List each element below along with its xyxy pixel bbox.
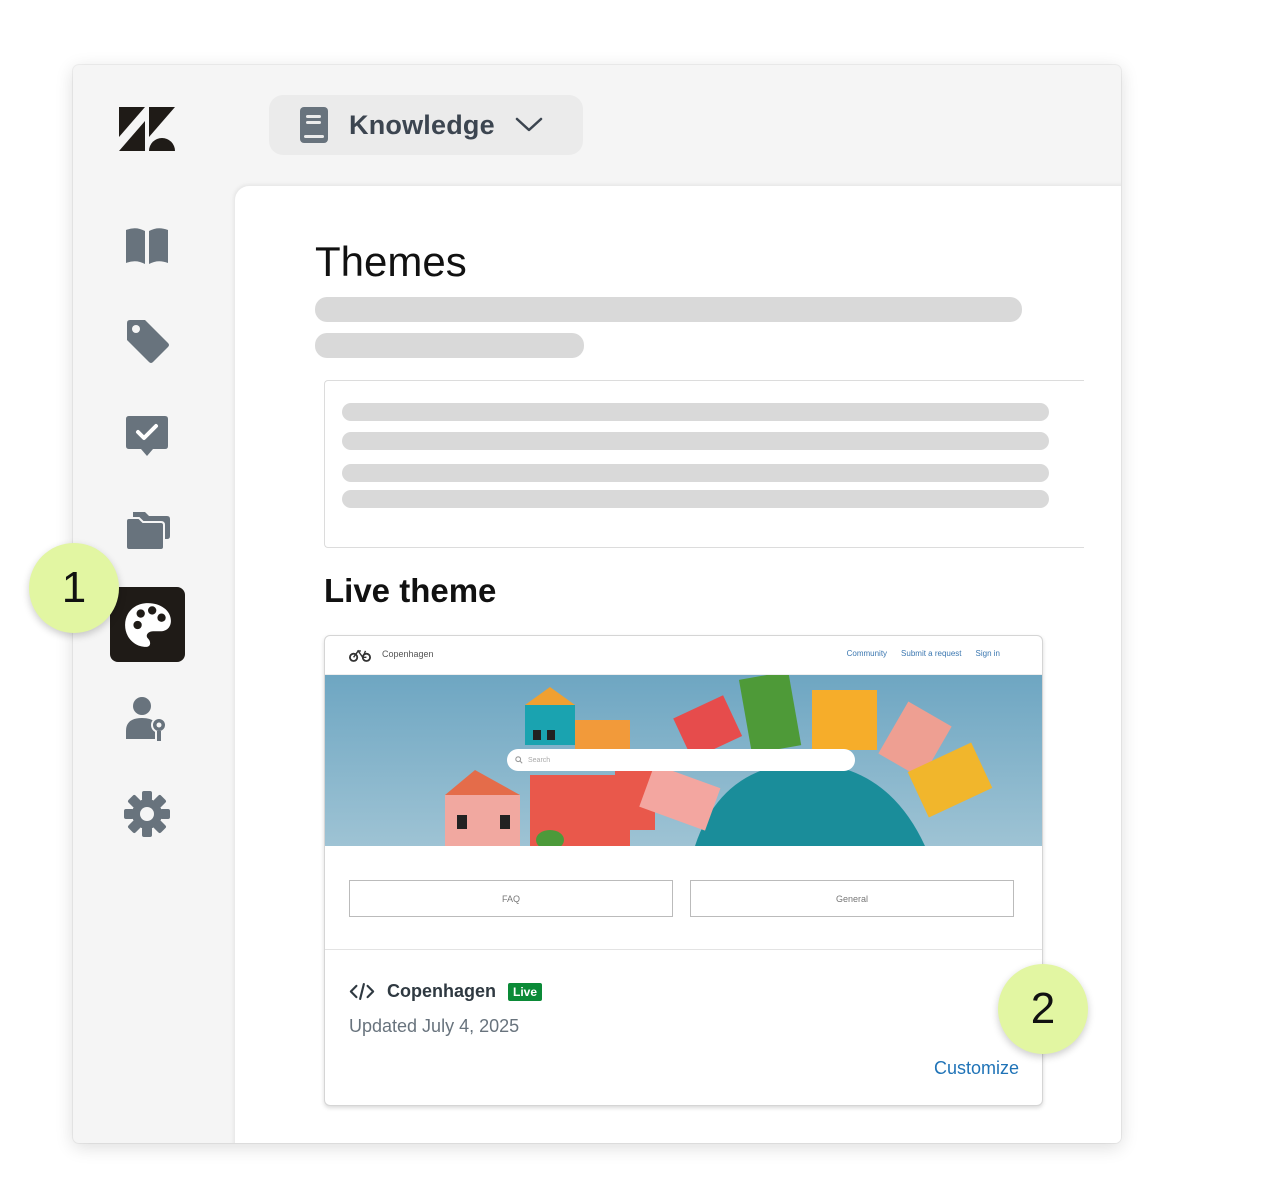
preview-hero-image: Search [325, 675, 1042, 846]
preview-category-general: General [690, 880, 1014, 917]
skeleton-line [342, 403, 1049, 421]
skeleton-line [315, 333, 584, 358]
main-panel: Themes Live theme Copenhagen Community S… [235, 186, 1121, 1143]
bicycle-logo-icon [349, 649, 371, 662]
preview-header: Copenhagen Community Submit a request Si… [325, 636, 1042, 675]
live-theme-heading: Live theme [324, 572, 497, 609]
sidebar-item-themes[interactable] [110, 587, 185, 662]
tag-icon [127, 320, 169, 363]
preview-search-input: Search [507, 749, 855, 771]
skeleton-line [342, 464, 1049, 482]
sidebar-item-arrange[interactable] [123, 506, 171, 554]
book-open-icon [126, 228, 168, 264]
theme-name-row: Copenhagen Live [349, 981, 543, 1002]
card-divider [325, 949, 1042, 950]
preview-category-faq: FAQ [349, 880, 673, 917]
user-key-icon [126, 697, 167, 741]
skeleton-line [342, 432, 1049, 450]
gear-icon [124, 791, 170, 837]
preview-nav-community: Community [846, 649, 888, 658]
callout-1: 1 [29, 543, 119, 633]
folders-icon [125, 512, 170, 551]
palette-icon [124, 602, 171, 647]
code-icon [349, 983, 375, 1000]
sidebar-item-settings[interactable] [123, 790, 171, 838]
sidebar-item-labels[interactable] [123, 317, 171, 365]
sidebar-item-approvals[interactable] [123, 411, 171, 459]
page-title: Themes [315, 238, 467, 285]
skeleton-line [315, 297, 1022, 322]
preview-search-placeholder: Search [528, 756, 551, 764]
skeleton-line [342, 490, 1049, 508]
preview-brand: Copenhagen [382, 649, 434, 659]
sidebar-item-permissions[interactable] [123, 695, 171, 743]
product-switcher-label: Knowledge [349, 109, 495, 140]
sidebar-item-articles[interactable] [123, 222, 171, 270]
live-theme-card: Copenhagen Community Submit a request Si… [324, 635, 1043, 1106]
preview-nav-submit-request: Submit a request [901, 649, 962, 658]
callout-2: 2 [998, 964, 1088, 1054]
customize-link[interactable]: Customize [934, 1058, 1019, 1079]
app-window: Knowledge Themes Live theme Copenhagen C… [73, 65, 1121, 1143]
zendesk-logo [119, 107, 175, 151]
preview-nav-sign-in: Sign in [975, 649, 1000, 658]
search-icon [515, 756, 523, 764]
theme-updated-date: Updated July 4, 2025 [349, 1016, 520, 1036]
checkmark-message-icon [126, 416, 168, 456]
info-card [324, 380, 1084, 548]
live-badge: Live [508, 982, 543, 1001]
product-switcher[interactable]: Knowledge [269, 95, 583, 155]
preview-nav: Community Submit a request Sign in [847, 649, 1000, 658]
theme-name: Copenhagen [387, 981, 497, 1001]
knowledge-book-icon [300, 107, 328, 143]
chevron-down-icon [515, 117, 543, 132]
